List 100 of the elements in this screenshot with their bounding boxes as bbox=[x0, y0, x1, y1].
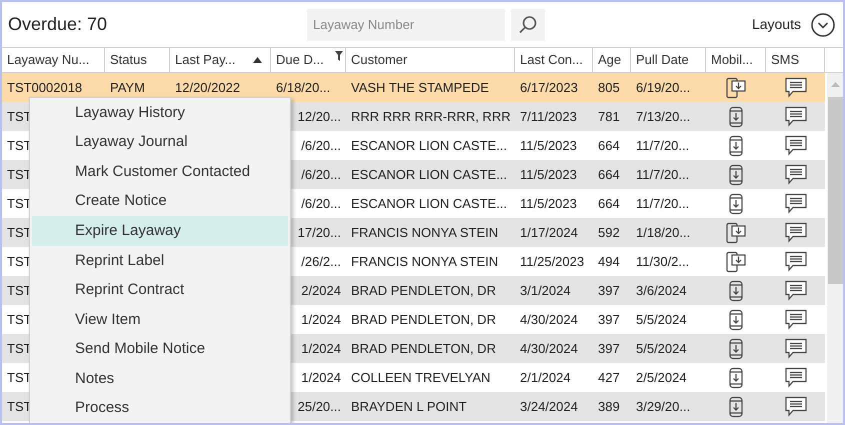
table-cell: 664 bbox=[598, 166, 620, 182]
table-cell: RRR RRR RRR-RRR, RRR bbox=[351, 108, 511, 124]
phone-download-icon[interactable] bbox=[727, 280, 745, 302]
column-header[interactable]: Last Con... bbox=[515, 48, 593, 72]
table-cell: /6/20... bbox=[301, 196, 341, 211]
table-cell: 12/20... bbox=[298, 108, 341, 124]
phone-download-icon[interactable] bbox=[727, 396, 745, 418]
phone-download-icon[interactable] bbox=[727, 192, 745, 214]
message-icon[interactable] bbox=[784, 309, 808, 330]
table-cell: TST0002018 bbox=[7, 80, 82, 95]
message-icon[interactable] bbox=[784, 164, 808, 185]
phone-download-icon[interactable] bbox=[725, 250, 747, 272]
menu-item[interactable]: Reprint Label bbox=[32, 246, 288, 276]
table-cell: TST bbox=[7, 398, 32, 414]
message-icon[interactable] bbox=[784, 251, 808, 272]
table-cell: 3/24/2024 bbox=[520, 398, 578, 414]
message-icon[interactable] bbox=[784, 396, 808, 417]
search-field[interactable]: Layaway Number bbox=[307, 8, 505, 40]
column-header[interactable]: Status bbox=[105, 48, 170, 72]
phone-download-icon[interactable] bbox=[727, 106, 745, 128]
menu-item[interactable]: Expire Layaway bbox=[32, 216, 288, 246]
table-cell: TST bbox=[7, 254, 32, 269]
table-cell: 4/30/2024 bbox=[520, 312, 578, 327]
column-header[interactable]: Pull Date bbox=[631, 48, 706, 72]
phone-download-icon[interactable] bbox=[725, 222, 747, 244]
search-button[interactable] bbox=[511, 8, 545, 40]
table-cell: VASH THE STAMPEDE bbox=[351, 80, 489, 95]
chevron-down-icon[interactable] bbox=[811, 12, 835, 36]
table-cell: 664 bbox=[598, 138, 620, 153]
filter-icon[interactable] bbox=[335, 51, 343, 61]
table-cell: 397 bbox=[598, 312, 620, 327]
phone-download-icon[interactable] bbox=[727, 308, 745, 330]
table-cell: 6/17/2023 bbox=[520, 80, 578, 95]
column-header[interactable]: Last Pay... bbox=[170, 48, 271, 72]
table-cell: 11/5/2023 bbox=[520, 138, 577, 153]
menu-item[interactable]: Create Notice bbox=[32, 186, 288, 216]
phone-download-icon[interactable] bbox=[725, 76, 747, 98]
column-header[interactable]: Age bbox=[593, 48, 631, 72]
table-cell: 427 bbox=[598, 370, 620, 385]
table-cell: 1/2024 bbox=[301, 312, 341, 327]
table-cell: 6/18/20... bbox=[276, 80, 330, 95]
table-cell: ESCANOR LION CASTE... bbox=[351, 138, 508, 153]
table-cell: TST bbox=[7, 340, 32, 356]
table-cell: 1/18/20... bbox=[636, 224, 690, 240]
table-cell: 11/5/2023 bbox=[520, 166, 577, 182]
table-cell: 2/1/2024 bbox=[520, 370, 571, 385]
menu-item[interactable]: Mark Customer Contacted bbox=[32, 157, 288, 187]
table-cell: 7/13/20... bbox=[636, 108, 690, 124]
table-cell: 805 bbox=[598, 80, 620, 95]
message-icon[interactable] bbox=[784, 222, 808, 243]
phone-download-icon[interactable] bbox=[727, 366, 745, 388]
phone-download-icon[interactable] bbox=[727, 134, 745, 156]
message-icon[interactable] bbox=[784, 367, 808, 388]
table-cell: 664 bbox=[598, 196, 620, 211]
message-icon[interactable] bbox=[784, 106, 808, 127]
menu-item[interactable]: View Item bbox=[32, 305, 288, 335]
table-cell: 397 bbox=[598, 340, 620, 356]
table-cell: TST bbox=[7, 138, 32, 153]
table-cell: 11/25/2023 bbox=[520, 254, 584, 269]
table-cell: 1/17/2024 bbox=[520, 224, 578, 240]
message-icon[interactable] bbox=[784, 77, 808, 98]
sort-ascending-icon bbox=[253, 57, 262, 63]
message-icon[interactable] bbox=[784, 280, 808, 301]
menu-item[interactable]: Send Mobile Notice bbox=[32, 334, 288, 364]
table-cell: 781 bbox=[598, 108, 620, 124]
scrollbar[interactable] bbox=[827, 73, 843, 423]
menu-item[interactable]: Reprint Contract bbox=[32, 276, 288, 306]
table-cell: ESCANOR LION CASTE... bbox=[351, 196, 508, 211]
table-cell: 6/19/20... bbox=[636, 80, 690, 95]
menu-item[interactable]: Notes bbox=[32, 364, 288, 394]
table-cell: TST bbox=[7, 282, 32, 298]
column-header[interactable]: Mobil... bbox=[706, 48, 766, 72]
table-cell: 11/5/2023 bbox=[520, 196, 577, 211]
column-header[interactable]: SMS bbox=[766, 48, 825, 72]
table-cell: TST bbox=[7, 196, 32, 211]
table-cell: FRANCIS NONYA STEIN bbox=[351, 224, 498, 240]
phone-download-icon[interactable] bbox=[727, 164, 745, 186]
table-cell: 12/20/2022 bbox=[175, 80, 240, 95]
table-cell: 1/2024 bbox=[301, 340, 341, 356]
overdue-count: Overdue: 70 bbox=[8, 13, 108, 36]
column-header[interactable]: Due D... bbox=[271, 48, 346, 72]
table-cell: 2/5/2024 bbox=[636, 370, 687, 385]
message-icon[interactable] bbox=[784, 135, 808, 156]
table-cell: 11/30/2... bbox=[636, 254, 690, 269]
column-header[interactable]: Customer bbox=[346, 48, 515, 72]
table-cell: BRAD PENDLETON, DR bbox=[351, 282, 496, 298]
phone-download-icon[interactable] bbox=[727, 338, 745, 360]
scrollbar-thumb[interactable] bbox=[828, 97, 842, 284]
message-icon[interactable] bbox=[784, 193, 808, 214]
layouts-button[interactable]: Layouts bbox=[752, 14, 801, 35]
message-icon[interactable] bbox=[784, 338, 808, 359]
table-cell: 5/5/2024 bbox=[636, 312, 687, 327]
table-row[interactable]: TST0002018 PAYM 12/20/2022 6/18/20... VASH THE STAMPEDE 6/17/2023 805 6/19/20... bbox=[2, 73, 825, 102]
table-cell: 592 bbox=[598, 224, 620, 240]
table-cell: 3/29/20... bbox=[636, 398, 690, 414]
table-cell: /6/20... bbox=[301, 166, 341, 182]
table-cell: ESCANOR LION CASTE... bbox=[351, 166, 508, 182]
column-header[interactable]: Layaway Nu... bbox=[2, 48, 105, 72]
menu-item[interactable]: Process bbox=[32, 394, 288, 423]
table-cell: 11/7/20... bbox=[636, 138, 690, 153]
